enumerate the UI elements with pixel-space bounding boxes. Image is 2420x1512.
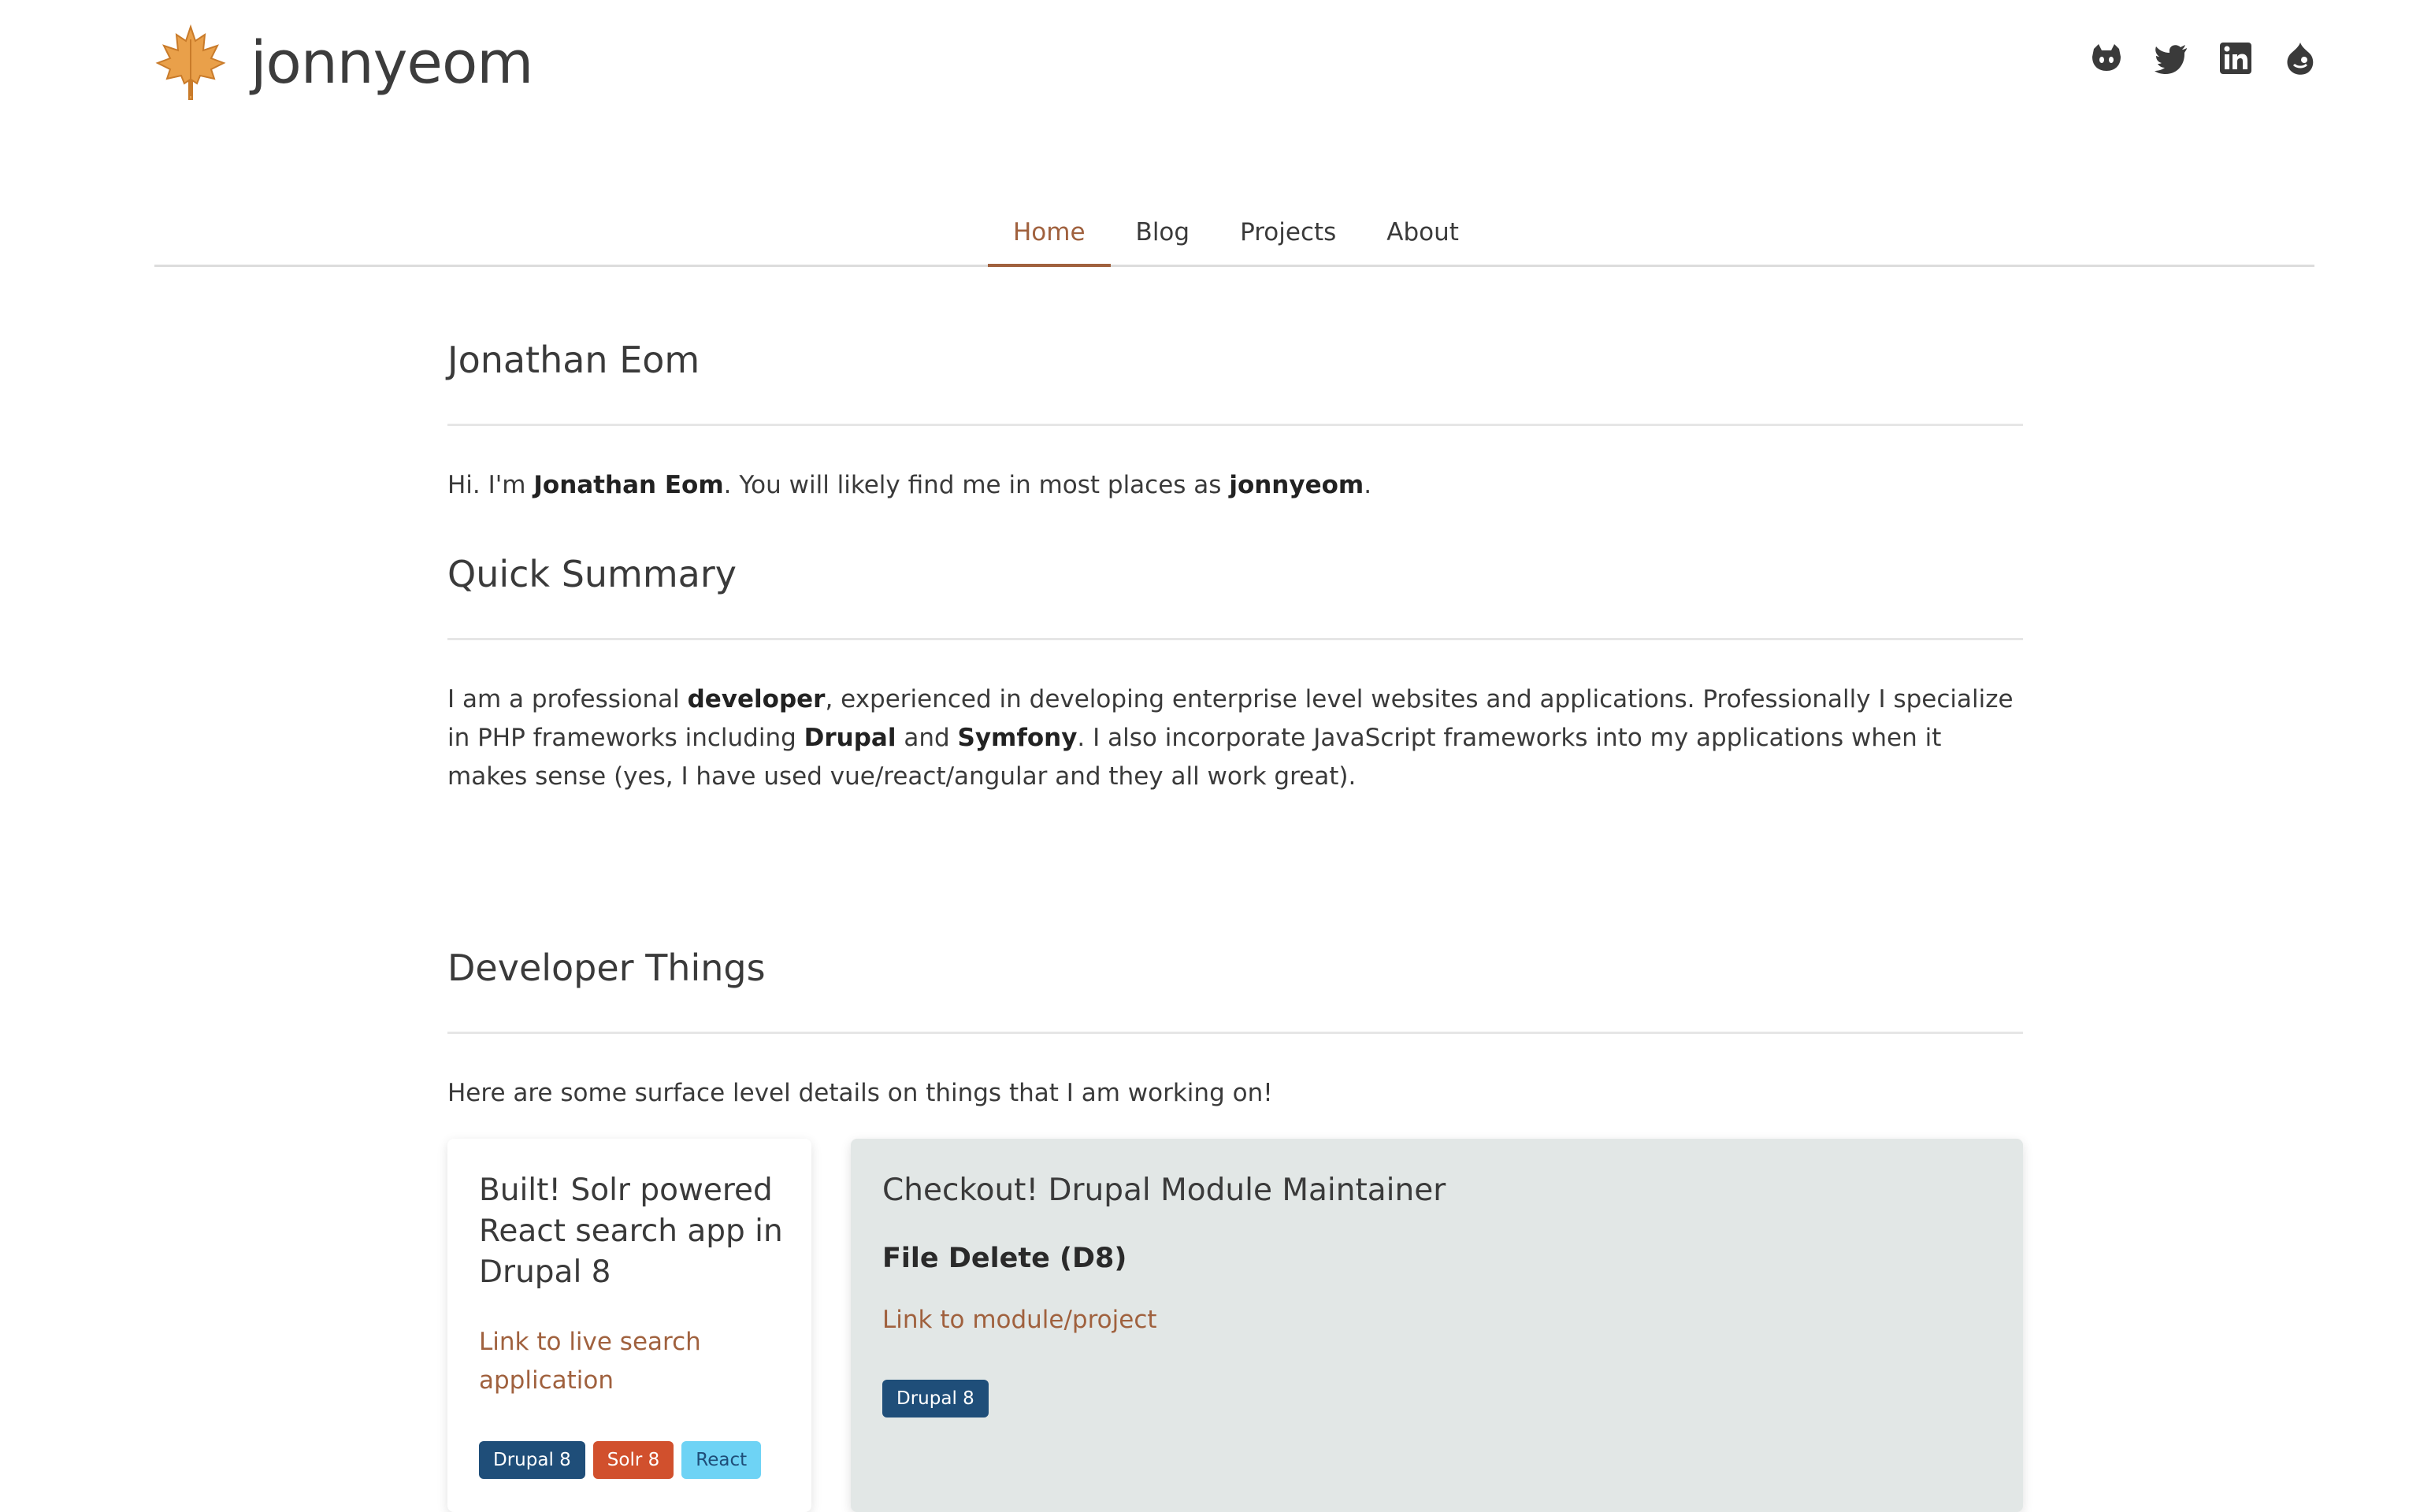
intro-text: Hi. I'm Jonathan Eom. You will likely fi… — [447, 471, 1372, 499]
site-header: jonnyeom — [0, 0, 2420, 158]
summary-divider — [447, 638, 2023, 640]
card-tags: Drupal 8 — [882, 1380, 989, 1418]
project-card-module-maintainer: Checkout! Drupal Module Maintainer File … — [851, 1139, 2023, 1512]
tag-drupal-8: Drupal 8 — [882, 1380, 989, 1418]
developer-title: Developer Things — [447, 947, 766, 989]
card-tags: Drupal 8 Solr 8 React — [479, 1441, 762, 1479]
nav-item-blog[interactable]: Blog — [1111, 202, 1216, 267]
developer-text: Here are some surface level details on t… — [447, 1079, 1273, 1107]
site-name: jonnyeom — [251, 29, 533, 97]
tag-drupal-8: Drupal 8 — [479, 1441, 585, 1479]
drupal-icon[interactable] — [2283, 41, 2318, 76]
twitter-icon[interactable] — [2154, 41, 2188, 76]
nav-item-projects[interactable]: Projects — [1215, 202, 1361, 267]
social-links — [2089, 41, 2318, 76]
main-nav: Home Blog Projects About — [154, 197, 2314, 267]
intro-divider — [447, 424, 2023, 426]
brand[interactable]: jonnyeom — [154, 24, 533, 102]
maple-leaf-icon — [155, 24, 226, 100]
nav-items: Home Blog Projects About — [988, 202, 1484, 267]
card-subtitle: File Delete (D8) — [882, 1243, 1127, 1274]
developer-divider — [447, 1032, 2023, 1034]
github-icon[interactable] — [2089, 41, 2124, 76]
nav-item-home[interactable]: Home — [988, 202, 1111, 267]
summary-title: Quick Summary — [447, 553, 737, 595]
project-card-search-app: Built! Solr powered React search app in … — [447, 1139, 811, 1512]
linkedin-icon[interactable] — [2218, 41, 2253, 76]
module-project-link[interactable]: Link to module/project — [882, 1301, 1157, 1340]
tag-solr-8: Solr 8 — [592, 1441, 674, 1479]
card-title: Checkout! Drupal Module Maintainer — [882, 1173, 1446, 1208]
tag-react: React — [681, 1441, 762, 1479]
live-search-link[interactable]: Link to live search application — [479, 1323, 770, 1400]
intro-title: Jonathan Eom — [447, 339, 700, 381]
card-title: Built! Solr powered React search app in … — [479, 1173, 783, 1290]
summary-text: I am a professional developer, experienc… — [447, 685, 2014, 791]
nav-item-about[interactable]: About — [1361, 202, 1484, 267]
